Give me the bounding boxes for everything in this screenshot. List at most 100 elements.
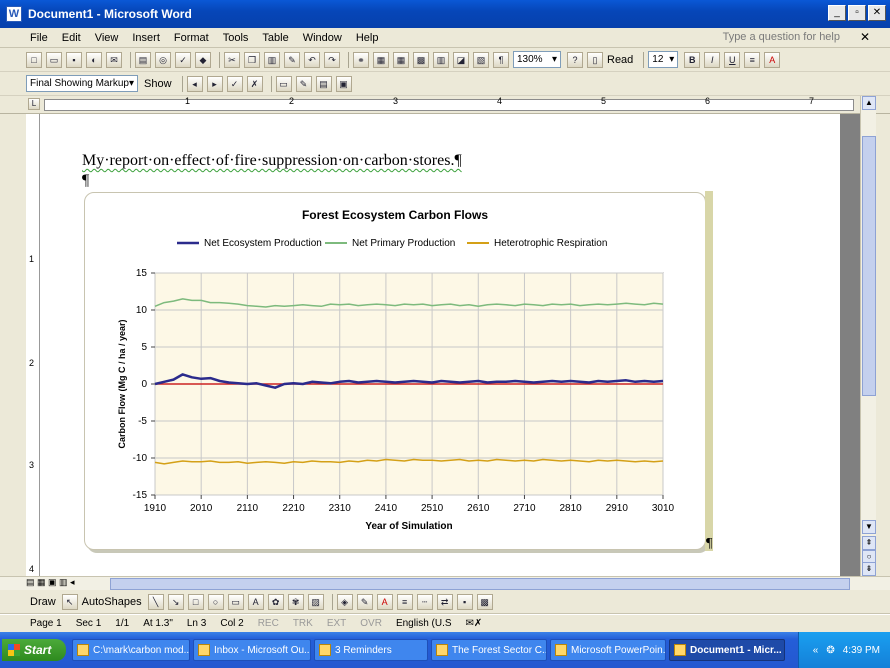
- view-buttons[interactable]: ▤ ▦ ▣ ▥ ◂: [26, 577, 75, 588]
- wordart-icon[interactable]: A: [247, 593, 264, 610]
- document-map-icon[interactable]: ▧: [473, 51, 489, 68]
- textbox-tool-icon[interactable]: ▭: [227, 593, 244, 610]
- menu-help[interactable]: Help: [356, 32, 379, 44]
- embedded-chart[interactable]: Forest Ecosystem Carbon Flows Net Ecosys…: [84, 191, 713, 551]
- accept-change-icon[interactable]: ✓: [226, 75, 243, 92]
- paste-icon[interactable]: ▥: [264, 51, 280, 68]
- line-color-icon[interactable]: ✎: [356, 593, 373, 610]
- show-menu-button[interactable]: Show: [144, 78, 172, 90]
- show-hidden-icons-icon[interactable]: «: [813, 645, 819, 656]
- spelling-icon[interactable]: ✓: [175, 51, 191, 68]
- rectangle-tool-icon[interactable]: □: [187, 593, 204, 610]
- fill-color-icon[interactable]: ◈: [336, 593, 353, 610]
- permission-icon[interactable]: ◐: [86, 51, 102, 68]
- close-document-button[interactable]: ✕: [860, 30, 870, 44]
- open-folder-icon[interactable]: ▭: [46, 51, 62, 68]
- tables-borders-icon[interactable]: ▦: [373, 51, 389, 68]
- select-objects-icon[interactable]: ↖: [61, 593, 78, 610]
- vertical-scroll-thumb[interactable]: [862, 136, 876, 396]
- menu-table[interactable]: Table: [262, 32, 288, 44]
- scroll-up-icon[interactable]: ▲: [862, 96, 876, 110]
- restore-button[interactable]: ▫: [848, 5, 866, 21]
- align-icon[interactable]: ≡: [744, 51, 761, 68]
- arrow-tool-icon[interactable]: ↘: [167, 593, 184, 610]
- dash-style-icon[interactable]: ┄: [416, 593, 433, 610]
- redo-icon[interactable]: ↷: [324, 51, 340, 68]
- taskbar-item-reminders[interactable]: 3 Reminders: [314, 639, 428, 661]
- font-color-icon[interactable]: A: [376, 593, 393, 610]
- markup-mode-select[interactable]: Final Showing Markup ▾: [26, 75, 138, 92]
- insert-excel-icon[interactable]: ▩: [413, 51, 429, 68]
- status-ovr[interactable]: OVR: [360, 618, 382, 629]
- line-tool-icon[interactable]: ╲: [147, 593, 164, 610]
- scroll-down-icon[interactable]: ▼: [862, 520, 876, 534]
- diagram-icon[interactable]: ✿: [267, 593, 284, 610]
- status-ext[interactable]: EXT: [327, 618, 346, 629]
- print-preview-icon[interactable]: ◎: [155, 51, 171, 68]
- status-rec[interactable]: REC: [258, 618, 279, 629]
- hyperlink-icon[interactable]: ⚭: [353, 51, 369, 68]
- cut-icon[interactable]: ✂: [224, 51, 240, 68]
- undo-icon[interactable]: ↶: [304, 51, 320, 68]
- font-color-button[interactable]: A: [764, 51, 781, 68]
- zoom-select[interactable]: 130% ▾: [513, 51, 561, 68]
- ruler-bar[interactable]: [44, 99, 854, 111]
- horizontal-scrollbar[interactable]: ▤ ▦ ▣ ▥ ◂: [0, 576, 890, 590]
- print-icon[interactable]: ▤: [135, 51, 151, 68]
- spelling-status-icon[interactable]: ✉✗: [466, 618, 483, 629]
- menu-format[interactable]: Format: [174, 32, 209, 44]
- previous-change-icon[interactable]: ◂: [186, 75, 203, 92]
- taskbar-item-word[interactable]: Document1 - Micr...: [669, 639, 785, 661]
- help-icon[interactable]: ?: [567, 51, 583, 68]
- reviewing-pane-toggle-icon[interactable]: ▣: [335, 75, 352, 92]
- autoshapes-menu-button[interactable]: AutoShapes: [82, 596, 142, 608]
- show-hide-pilcrow-icon[interactable]: ¶: [493, 51, 509, 68]
- taskbar-item-powerpoint[interactable]: Microsoft PowerPoin...: [550, 639, 666, 661]
- taskbar-item-outlook[interactable]: Inbox - Microsoft Ou...: [193, 639, 311, 661]
- track-changes-icon[interactable]: ✎: [295, 75, 312, 92]
- taskbar-item-browser[interactable]: The Forest Sector C...: [431, 639, 547, 661]
- window-titlebar[interactable]: W Document1 - Microsoft Word _ ▫ ✕: [0, 0, 890, 28]
- picture-icon[interactable]: ▨: [307, 593, 324, 610]
- menu-view[interactable]: View: [95, 32, 119, 44]
- drawing-icon[interactable]: ◪: [453, 51, 469, 68]
- status-language[interactable]: English (U.S: [396, 618, 452, 629]
- close-button[interactable]: ✕: [868, 5, 886, 21]
- document-page[interactable]: My·report·on·effect·of·fire·suppression·…: [40, 114, 840, 576]
- columns-icon[interactable]: ▥: [433, 51, 449, 68]
- paragraph-mark[interactable]: ¶: [82, 172, 89, 190]
- font-size-select[interactable]: 12 ▾: [648, 51, 679, 68]
- draw-menu-button[interactable]: Draw: [30, 596, 56, 608]
- new-doc-icon[interactable]: □: [26, 51, 42, 68]
- tab-stop-icon[interactable]: L: [28, 98, 40, 110]
- minimize-button[interactable]: _: [828, 5, 846, 21]
- line-style-icon[interactable]: ≡: [396, 593, 413, 610]
- network-icon[interactable]: ❂: [826, 645, 834, 656]
- shadow-style-icon[interactable]: ▪: [456, 593, 473, 610]
- status-trk[interactable]: TRK: [293, 618, 313, 629]
- next-page-icon[interactable]: ⇟: [862, 562, 876, 576]
- document-heading[interactable]: My·report·on·effect·of·fire·suppression·…: [82, 152, 462, 170]
- vertical-ruler[interactable]: 1 2 3 4: [26, 114, 40, 576]
- arrow-style-icon[interactable]: ⇄: [436, 593, 453, 610]
- copy-icon[interactable]: ❐: [244, 51, 260, 68]
- menu-tools[interactable]: Tools: [223, 32, 249, 44]
- italic-button[interactable]: I: [704, 51, 721, 68]
- oval-tool-icon[interactable]: ○: [207, 593, 224, 610]
- read-icon[interactable]: ▯: [587, 51, 603, 68]
- insert-table-icon[interactable]: ▦: [393, 51, 409, 68]
- menu-file[interactable]: File: [30, 32, 48, 44]
- insert-comment-icon[interactable]: ▭: [275, 75, 292, 92]
- horizontal-scroll-thumb[interactable]: [110, 578, 850, 590]
- menu-edit[interactable]: Edit: [62, 32, 81, 44]
- reviewing-pane-icon[interactable]: ▤: [315, 75, 332, 92]
- reject-change-icon[interactable]: ✗: [246, 75, 263, 92]
- menu-insert[interactable]: Insert: [132, 32, 160, 44]
- previous-page-icon[interactable]: ⇞: [862, 536, 876, 550]
- taskbar-item-folder[interactable]: C:\mark\carbon mod...: [72, 639, 190, 661]
- bold-button[interactable]: B: [684, 51, 701, 68]
- start-button[interactable]: Start: [2, 639, 66, 661]
- clock[interactable]: 4:39 PM: [843, 645, 880, 656]
- horizontal-ruler[interactable]: L 1 2 3 4 5 6 7: [0, 96, 890, 114]
- menu-window[interactable]: Window: [303, 32, 342, 44]
